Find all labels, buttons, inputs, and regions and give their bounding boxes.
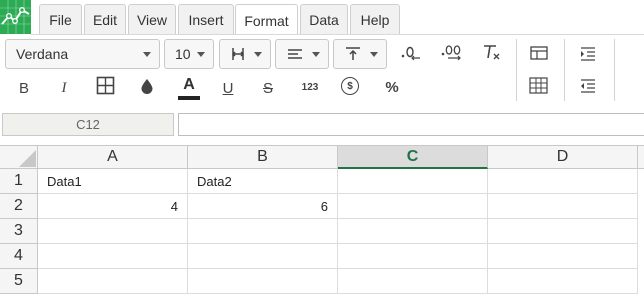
row-header-1[interactable]: 1 <box>0 169 38 194</box>
column-header-b[interactable]: B <box>188 146 338 169</box>
chevron-down-icon <box>312 52 320 57</box>
merge-icon <box>230 46 246 62</box>
menu-bar: File Edit View Insert Format Data Help <box>0 0 644 36</box>
strikethrough-button[interactable]: S <box>259 78 277 98</box>
menu-data[interactable]: Data <box>300 4 348 34</box>
menu-help[interactable]: Help <box>350 4 400 34</box>
cell-c5[interactable] <box>338 269 488 294</box>
clear-format-icon[interactable] <box>482 43 502 61</box>
percent-button[interactable]: % <box>381 77 403 97</box>
outdent-icon[interactable] <box>579 79 597 93</box>
cell-c3[interactable] <box>338 219 488 244</box>
cell-b4[interactable] <box>188 244 338 269</box>
select-all-corner[interactable] <box>0 146 38 169</box>
cell-d1[interactable] <box>488 169 638 194</box>
cell-a5[interactable] <box>38 269 188 294</box>
cell-d2[interactable] <box>488 194 638 219</box>
table-icon[interactable] <box>530 45 548 61</box>
font-size-value: 10 <box>175 46 191 62</box>
chevron-down-icon <box>143 52 151 57</box>
underline-button[interactable]: U <box>219 78 237 98</box>
valign-icon <box>345 46 361 62</box>
text-color-icon: A <box>183 76 195 93</box>
spreadsheet-grid: A B C D 1 Data1 Data2 2 4 6 3 4 5 <box>0 145 644 297</box>
cell-a4[interactable] <box>38 244 188 269</box>
decrease-decimals-icon[interactable] <box>398 43 422 61</box>
column-header-d[interactable]: D <box>488 146 638 169</box>
cell-d5[interactable] <box>488 269 638 294</box>
valign-select[interactable] <box>333 39 387 69</box>
text-color-swatch <box>178 96 200 100</box>
cell-b5[interactable] <box>188 269 338 294</box>
align-icon <box>287 47 303 61</box>
indent-icon[interactable] <box>579 47 597 61</box>
cell-d4[interactable] <box>488 244 638 269</box>
column-header-e[interactable] <box>638 146 644 169</box>
font-size-select[interactable]: 10 <box>164 39 214 69</box>
align-select[interactable] <box>275 39 329 69</box>
spreadsheet-app: File Edit View Insert Format Data Help V… <box>0 0 644 297</box>
cell-a2[interactable]: 4 <box>38 194 188 219</box>
formula-input[interactable] <box>178 113 644 136</box>
cell-a3[interactable] <box>38 219 188 244</box>
toolbar-separator <box>516 39 517 101</box>
cell-a1[interactable]: Data1 <box>38 169 188 194</box>
cell-c4[interactable] <box>338 244 488 269</box>
chevron-down-icon <box>254 52 262 57</box>
italic-button[interactable]: I <box>55 78 73 98</box>
cell-reference-box[interactable]: C12 <box>2 113 174 136</box>
row-header-5[interactable]: 5 <box>0 269 38 294</box>
cell-b1[interactable]: Data2 <box>188 169 338 194</box>
row-header-4[interactable]: 4 <box>0 244 38 269</box>
cell-b3[interactable] <box>188 219 338 244</box>
number-format-button[interactable]: 123 <box>298 79 322 95</box>
currency-button[interactable]: $ <box>341 77 359 95</box>
menu-edit[interactable]: Edit <box>84 4 126 34</box>
text-color-button[interactable]: A <box>178 75 200 101</box>
menu-format[interactable]: Format <box>235 4 298 36</box>
toolbar-separator <box>614 39 615 101</box>
row-header-2[interactable]: 2 <box>0 194 38 219</box>
fill-color-icon[interactable] <box>138 77 156 95</box>
menu-view[interactable]: View <box>128 4 176 34</box>
chevron-down-icon <box>197 52 205 57</box>
row-header-3[interactable]: 3 <box>0 219 38 244</box>
toolbar: Verdana 10 B I A U S 123 $ % <box>0 35 644 105</box>
toolbar-separator <box>564 39 565 101</box>
cell-d3[interactable] <box>488 219 638 244</box>
chevron-down-icon <box>370 52 378 57</box>
column-header-c[interactable]: C <box>338 146 488 169</box>
cell-b2[interactable]: 6 <box>188 194 338 219</box>
cell-c2[interactable] <box>338 194 488 219</box>
font-family-value: Verdana <box>16 46 69 62</box>
grid-icon[interactable] <box>529 77 548 94</box>
menu-insert[interactable]: Insert <box>178 4 234 34</box>
cell-c1[interactable] <box>338 169 488 194</box>
merge-select[interactable] <box>219 39 271 69</box>
menu-file[interactable]: File <box>39 4 82 34</box>
spreadsheet-logo-icon[interactable] <box>0 0 31 34</box>
borders-icon[interactable] <box>96 76 115 95</box>
column-header-a[interactable]: A <box>38 146 188 169</box>
increase-decimals-icon[interactable] <box>440 43 464 61</box>
bold-button[interactable]: B <box>15 78 33 98</box>
font-family-select[interactable]: Verdana <box>5 39 160 69</box>
